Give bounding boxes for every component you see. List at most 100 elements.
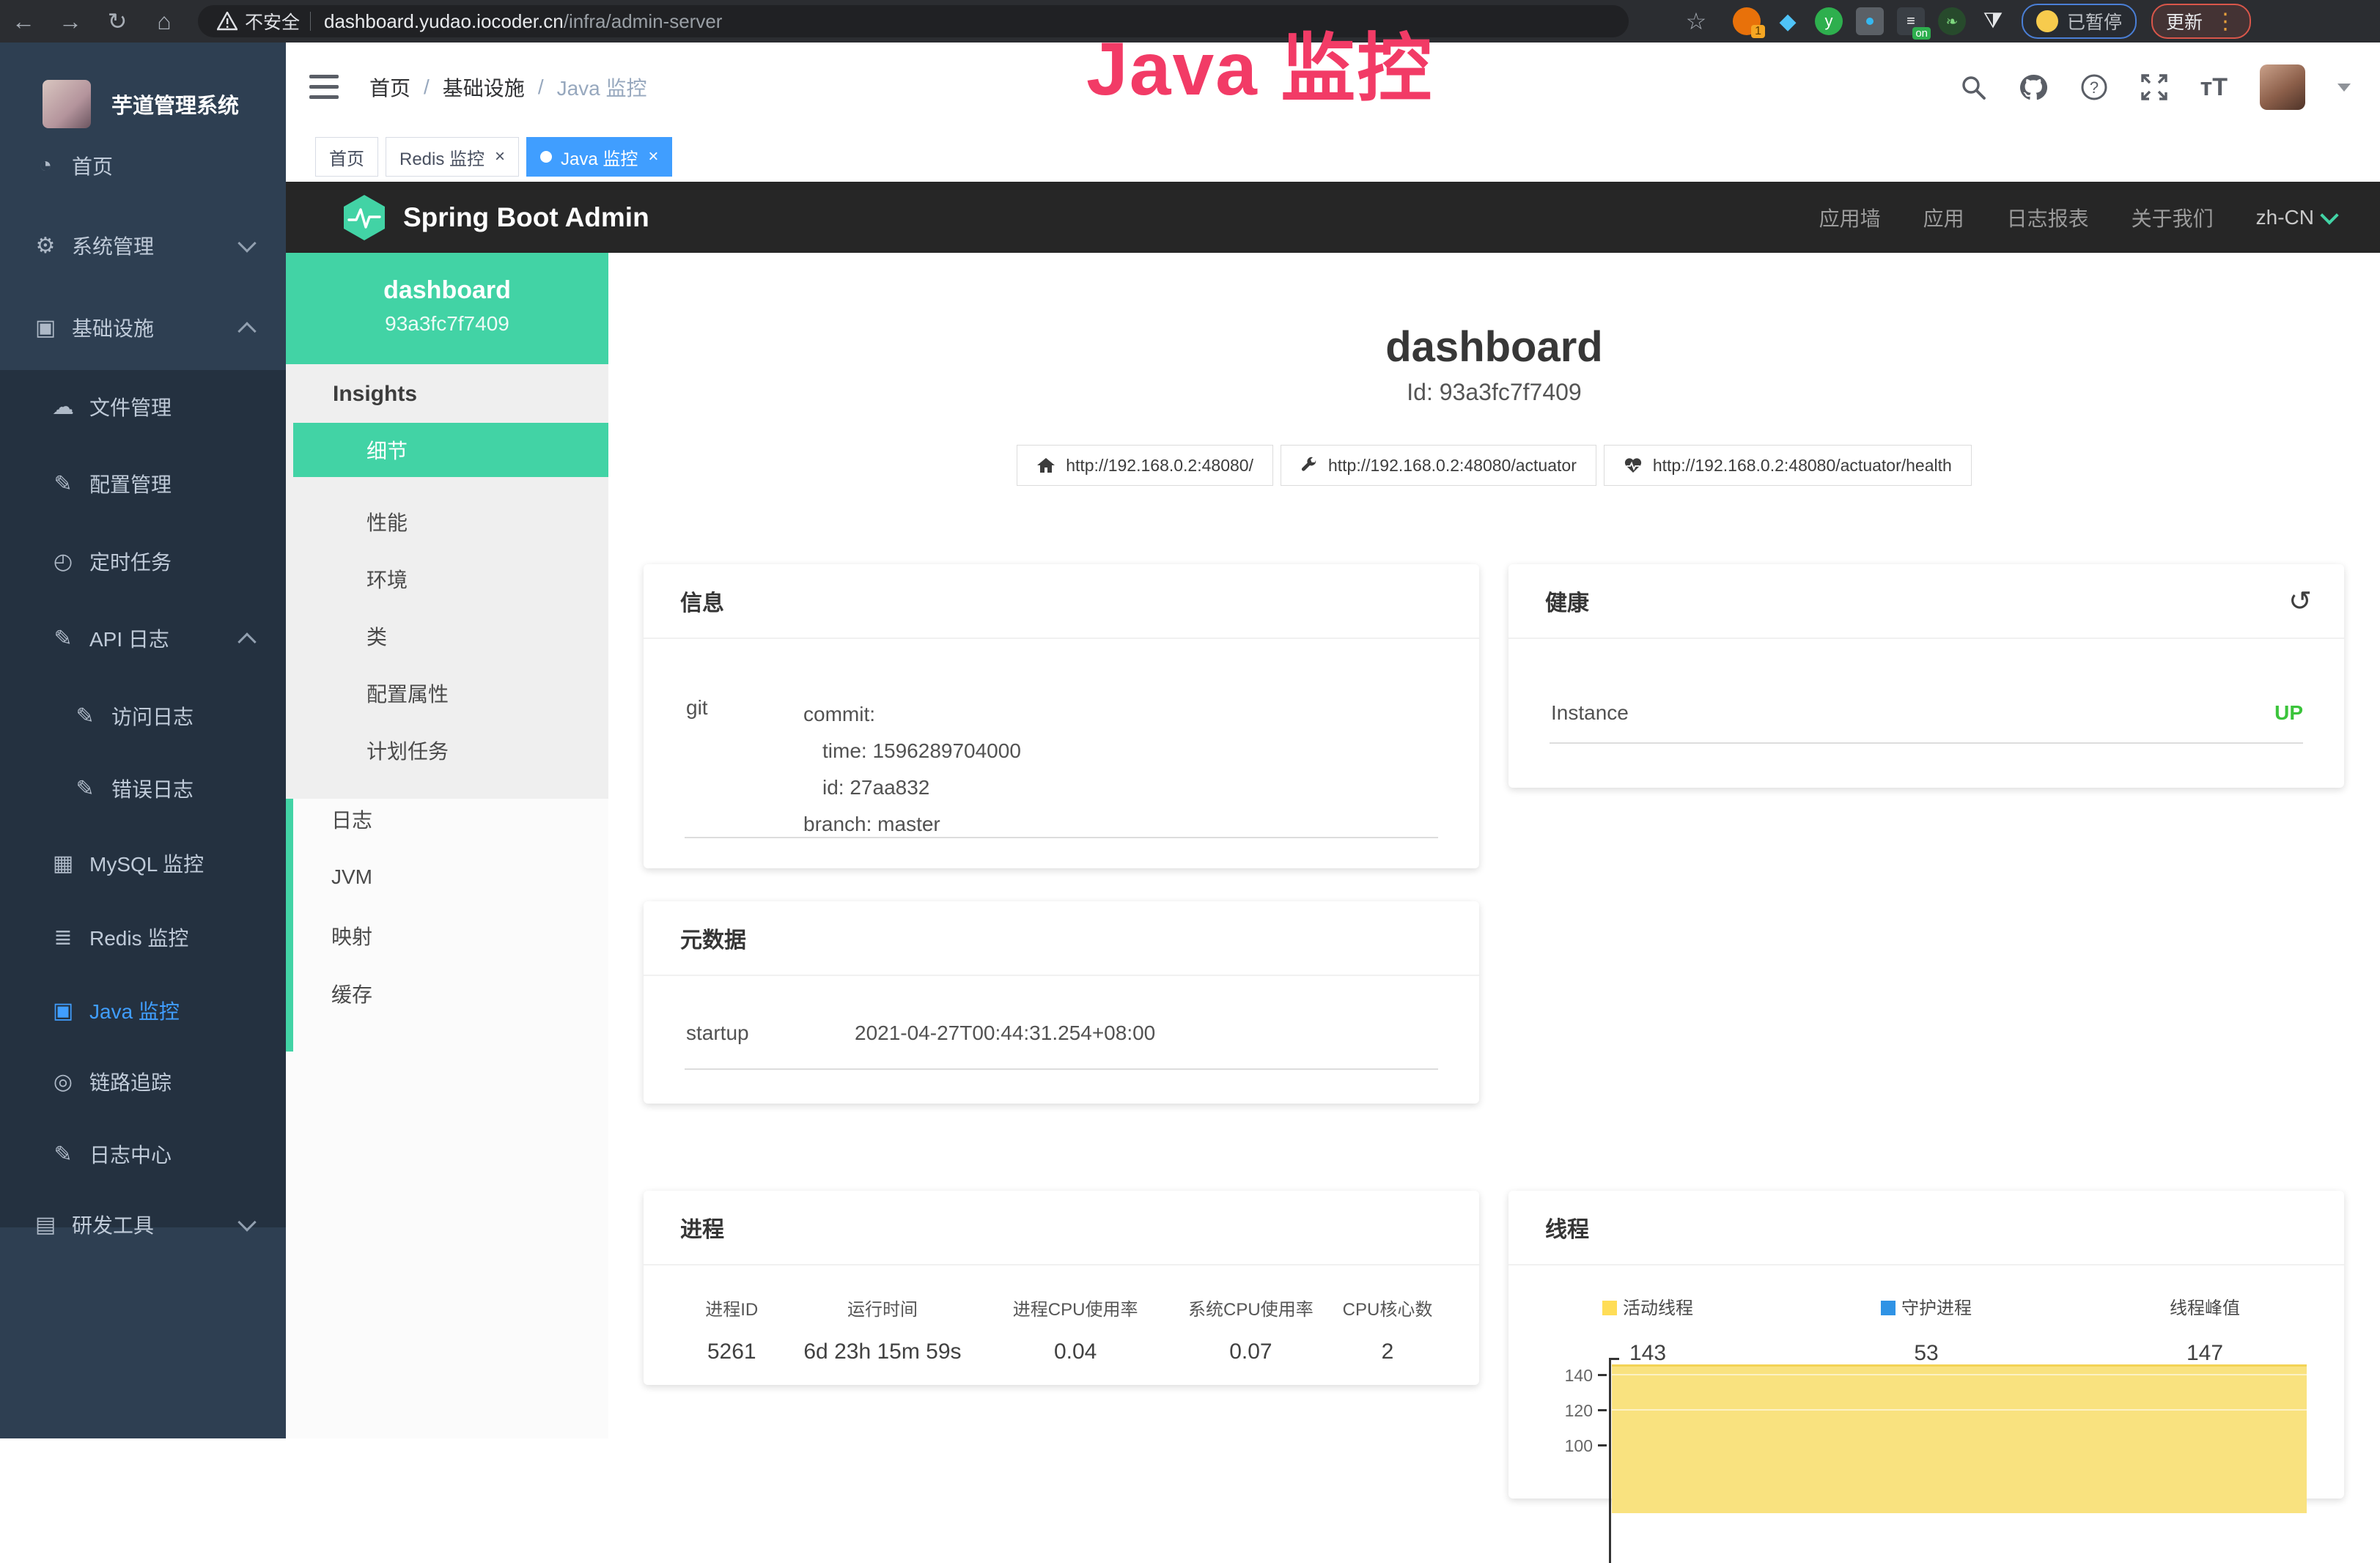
avatar-caret-icon[interactable] bbox=[2337, 84, 2351, 92]
sidebar-item-infra[interactable]: ▣ 基础设施 bbox=[0, 301, 286, 354]
sba-item-details[interactable]: 细节 bbox=[293, 423, 608, 477]
sba-item-config-props[interactable]: 配置属性 bbox=[293, 666, 608, 720]
sba-item-label: 缓存 bbox=[331, 979, 372, 1008]
extension-icon-pin[interactable]: ◆ bbox=[1774, 7, 1802, 35]
sidebar-item-home[interactable]: ◔ 首页 bbox=[0, 139, 286, 192]
sidebar-item-access-log[interactable]: ✎ 访问日志 bbox=[0, 690, 286, 742]
hamburger-icon[interactable] bbox=[309, 75, 339, 100]
sidebar-item-java-monitor[interactable]: ▣ Java 监控 bbox=[0, 984, 286, 1037]
sba-item-label: JVM bbox=[331, 865, 372, 889]
app-title: 芋道管理系统 bbox=[111, 89, 239, 119]
chart-axis-cap bbox=[1609, 1358, 1619, 1360]
tags-bar: 首页 Redis 监控 × Java 监控 × bbox=[286, 132, 2380, 182]
fullscreen-icon[interactable] bbox=[2140, 73, 2168, 101]
endpoint-home-link[interactable]: http://192.168.0.2:48080/ bbox=[1017, 445, 1273, 486]
sidebar-item-label: 配置管理 bbox=[89, 469, 172, 498]
sba-nav-applications[interactable]: 应用 bbox=[1923, 203, 1964, 232]
sidebar-item-error-log[interactable]: ✎ 错误日志 bbox=[0, 762, 286, 815]
sidebar-item-label: 错误日志 bbox=[111, 774, 194, 803]
sidebar-item-file-mgmt[interactable]: ☁ 文件管理 bbox=[0, 380, 286, 433]
endpoint-health-link[interactable]: http://192.168.0.2:48080/actuator/health bbox=[1604, 445, 1972, 486]
sidebar-item-api-log[interactable]: ✎ API 日志 bbox=[0, 612, 286, 665]
sidebar-item-label: 链路追踪 bbox=[89, 1067, 172, 1096]
tab-home[interactable]: 首页 bbox=[315, 137, 378, 177]
puzzle-extensions-icon[interactable]: ⧩ bbox=[1979, 7, 2007, 35]
sidebar-item-label: Redis 监控 bbox=[89, 923, 188, 952]
sba-item-label: 细节 bbox=[366, 435, 408, 465]
cloud-upload-icon: ☁ bbox=[47, 394, 79, 420]
ytick-dash bbox=[1598, 1444, 1607, 1446]
endpoint-actuator-link[interactable]: http://192.168.0.2:48080/actuator bbox=[1281, 445, 1596, 486]
gridline bbox=[1612, 1374, 2307, 1375]
sba-nav-journal[interactable]: 日志报表 bbox=[2007, 203, 2089, 232]
sba-nav-about[interactable]: 关于我们 bbox=[2132, 203, 2214, 232]
sba-nav-wallboard[interactable]: 应用墙 bbox=[1819, 203, 1881, 232]
reload-icon[interactable]: ↻ bbox=[94, 7, 141, 35]
paused-badge[interactable]: 已暂停 bbox=[2022, 4, 2137, 39]
help-icon[interactable]: ? bbox=[2080, 73, 2108, 101]
search-icon[interactable] bbox=[1960, 74, 1986, 100]
extension-icon-grid[interactable] bbox=[1856, 7, 1884, 35]
sba-item-logs[interactable]: 日志 bbox=[293, 792, 608, 846]
close-icon[interactable]: × bbox=[495, 147, 505, 167]
sidebar-item-system[interactable]: ⚙ 系统管理 bbox=[0, 219, 286, 272]
git-key: git bbox=[686, 696, 803, 843]
home-icon[interactable]: ⌂ bbox=[141, 8, 188, 35]
sidebar-item-log-center[interactable]: ✎ 日志中心 bbox=[0, 1128, 286, 1180]
sidebar-item-redis-monitor[interactable]: ≣ Redis 监控 bbox=[0, 911, 286, 964]
github-icon[interactable] bbox=[2019, 73, 2048, 101]
sba-item-label: 配置属性 bbox=[366, 679, 449, 708]
forward-icon[interactable]: → bbox=[47, 8, 94, 35]
info-card-header: 信息 bbox=[644, 564, 1479, 639]
sba-item-scheduled-tasks[interactable]: 计划任务 bbox=[293, 723, 608, 777]
sba-item-classes[interactable]: 类 bbox=[293, 609, 608, 663]
page-title: dashboard bbox=[608, 322, 2380, 372]
process-values: 5261 6d 23h 15m 59s 0.04 0.07 2 bbox=[644, 1340, 1479, 1364]
active-dot bbox=[540, 151, 552, 163]
update-button[interactable]: 更新 ⋮ bbox=[2151, 4, 2251, 39]
extension-icon-tabs[interactable]: on≡ bbox=[1897, 7, 1925, 35]
log-doc-icon: ✎ bbox=[47, 626, 79, 651]
font-size-icon[interactable]: тT bbox=[2200, 73, 2228, 102]
git-row: git commit: time: 1596289704000 id: 27aa… bbox=[686, 696, 1479, 843]
sba-item-caches[interactable]: 缓存 bbox=[293, 967, 608, 1021]
gear-icon: ⚙ bbox=[29, 233, 62, 259]
close-icon[interactable]: × bbox=[648, 147, 658, 167]
tab-java-monitor[interactable]: Java 监控 × bbox=[526, 137, 672, 177]
sba-item-metrics[interactable]: 性能 bbox=[293, 495, 608, 549]
extension-icon-leaf[interactable]: ❧ bbox=[1938, 7, 1966, 35]
sba-instance-id: 93a3fc7f7409 bbox=[286, 312, 608, 336]
sba-item-mappings[interactable]: 映射 bbox=[293, 909, 608, 963]
sidebar-item-config-mgmt[interactable]: ✎ 配置管理 bbox=[0, 457, 286, 510]
chevron-down-icon bbox=[237, 1213, 256, 1231]
sba-brand[interactable]: Spring Boot Admin bbox=[342, 193, 649, 242]
live-value: 143 bbox=[1508, 1341, 1787, 1366]
extension-icon-orange[interactable]: 1 bbox=[1733, 7, 1761, 35]
sba-locale-select[interactable]: zh-CN bbox=[2256, 206, 2336, 229]
sidebar-item-dev-tools[interactable]: ▤ 研发工具 bbox=[0, 1198, 286, 1251]
history-icon[interactable]: ↺ bbox=[2288, 585, 2312, 618]
avatar[interactable] bbox=[2260, 64, 2305, 110]
ytick-100: 100 bbox=[1549, 1436, 1593, 1456]
instance-row[interactable]: Instance UP bbox=[1551, 701, 2303, 725]
peak-value: 147 bbox=[2066, 1341, 2344, 1366]
svg-text:?: ? bbox=[2089, 78, 2098, 97]
sidebar-item-tracing[interactable]: ◎ 链路追踪 bbox=[0, 1055, 286, 1108]
emoji-face-icon bbox=[2036, 10, 2058, 32]
sba-item-label: 环境 bbox=[366, 564, 408, 594]
bookmark-star-icon[interactable]: ☆ bbox=[1673, 7, 1720, 35]
sidebar-item-scheduled-jobs[interactable]: ◴ 定时任务 bbox=[0, 535, 286, 588]
row-divider bbox=[685, 1068, 1438, 1070]
threads-card: 线程 活动线程 守护进程 线程峰值 143 53 147 140 120 100 bbox=[1508, 1191, 2344, 1499]
sba-item-environment[interactable]: 环境 bbox=[293, 552, 608, 606]
back-icon[interactable]: ← bbox=[0, 8, 47, 35]
sba-item-jvm[interactable]: JVM bbox=[293, 850, 608, 904]
sba-instance-header[interactable]: dashboard 93a3fc7f7409 bbox=[286, 253, 608, 364]
extension-icon-y[interactable]: y bbox=[1815, 7, 1843, 35]
breadcrumb-home[interactable]: 首页 bbox=[369, 73, 410, 102]
tab-redis-monitor[interactable]: Redis 监控 × bbox=[386, 137, 519, 177]
sidebar-item-mysql-monitor[interactable]: ▦ MySQL 监控 bbox=[0, 837, 286, 890]
chrome-menu-icon[interactable]: ⋮ bbox=[2214, 9, 2236, 34]
insights-group-label: Insights bbox=[333, 382, 417, 407]
breadcrumb-infra[interactable]: 基础设施 bbox=[443, 73, 525, 102]
